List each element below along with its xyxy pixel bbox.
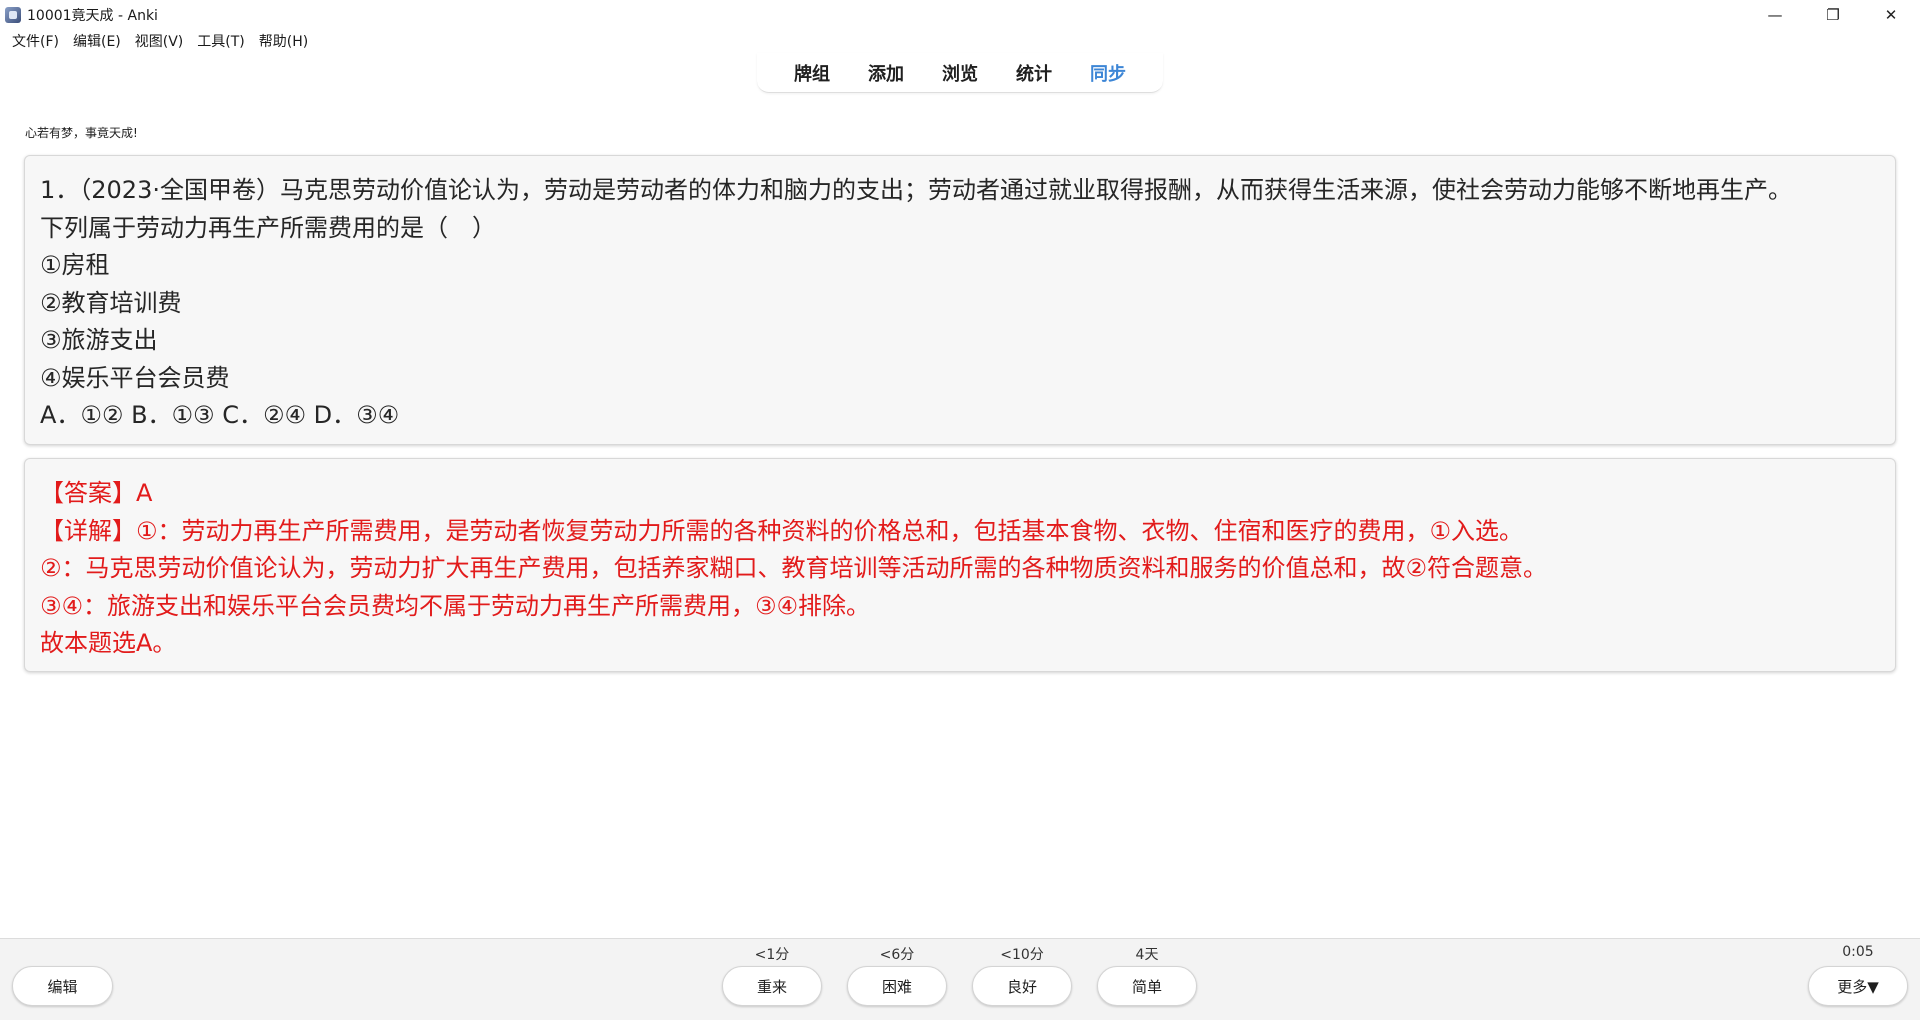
answer-box: 【答案】A 【详解】①：劳动力再生产所需费用，是劳动者恢复劳动力所需的各种资料的… bbox=[24, 458, 1896, 672]
question-choices: A．①② B．①③ C．②④ D．③④ bbox=[40, 401, 400, 429]
main-toolbar-wrap: 牌组 添加 浏览 统计 同步 bbox=[0, 53, 1920, 95]
question-box: 1．（2023·全国甲卷）马克思劳动价值论认为，劳动是劳动者的体力和脑力的支出；… bbox=[24, 155, 1896, 445]
question-option-4: ④娱乐平台会员费 bbox=[40, 363, 230, 392]
card-motto: 心若有梦，事竟天成! bbox=[25, 126, 138, 140]
title-bar: 10001竟天成 - Anki — ❐ ✕ bbox=[0, 0, 1920, 29]
question-option-3: ③旅游支出 bbox=[40, 326, 158, 354]
question-option-2: ②教育培训费 bbox=[40, 288, 182, 317]
hard-interval: <6分 bbox=[879, 947, 915, 963]
good-interval: <10分 bbox=[1000, 947, 1044, 963]
easy-interval: 4天 bbox=[1135, 947, 1159, 963]
question-prompt: 下列属于劳动力再生产所需费用的是（ ） bbox=[40, 213, 496, 242]
answer-explanation-3: ③④：旅游支出和娱乐平台会员费均不属于劳动力再生产所需费用，③④排除。 bbox=[40, 591, 871, 620]
good-button[interactable]: 良好 bbox=[972, 966, 1072, 1006]
more-button[interactable]: 更多▼ bbox=[1808, 966, 1908, 1006]
window-title: 10001竟天成 - Anki bbox=[27, 7, 158, 24]
menu-help[interactable]: 帮助(H) bbox=[252, 31, 315, 51]
menu-edit[interactable]: 编辑(E) bbox=[66, 31, 128, 51]
main-toolbar: 牌组 添加 浏览 统计 同步 bbox=[757, 53, 1163, 93]
window-controls: — ❐ ✕ bbox=[1746, 0, 1920, 29]
toolbar-browse[interactable]: 浏览 bbox=[923, 60, 997, 86]
answer-explanation-1: 【详解】①：劳动力再生产所需费用，是劳动者恢复劳动力所需的各种资料的价格总和，包… bbox=[40, 516, 1524, 545]
close-icon[interactable]: ✕ bbox=[1862, 0, 1920, 29]
question-stem: 1．（2023·全国甲卷）马克思劳动价值论认为，劳动是劳动者的体力和脑力的支出；… bbox=[40, 176, 1792, 204]
answer-key: 【答案】A bbox=[40, 479, 153, 507]
answer-explanation-2: ②：马克思劳动价值论认为，劳动力扩大再生产费用，包括养家糊口、教育培训等活动所需… bbox=[40, 554, 1548, 582]
toolbar-stats[interactable]: 统计 bbox=[997, 60, 1071, 86]
answer-conclusion: 故本题选A。 bbox=[40, 629, 177, 657]
toolbar-decks[interactable]: 牌组 bbox=[775, 60, 849, 86]
menu-view[interactable]: 视图(V) bbox=[128, 31, 191, 51]
toolbar-add[interactable]: 添加 bbox=[849, 60, 923, 86]
minimize-icon[interactable]: — bbox=[1746, 0, 1804, 29]
review-timer: 0:05 bbox=[1842, 944, 1874, 960]
again-button[interactable]: 重来 bbox=[722, 966, 822, 1006]
menu-bar: 文件(F) 编辑(E) 视图(V) 工具(T) 帮助(H) bbox=[0, 29, 1920, 53]
maximize-icon[interactable]: ❐ bbox=[1804, 0, 1862, 29]
bottom-bar: 编辑 <1分 重来 <6分 困难 <10分 良好 4天 简单 0:05 更多▼ bbox=[0, 938, 1920, 1020]
hard-button[interactable]: 困难 bbox=[847, 966, 947, 1006]
question-option-1: ①房租 bbox=[40, 251, 110, 279]
anki-app-icon bbox=[5, 6, 21, 23]
easy-button[interactable]: 简单 bbox=[1097, 966, 1197, 1006]
again-interval: <1分 bbox=[754, 947, 790, 963]
toolbar-sync[interactable]: 同步 bbox=[1071, 60, 1145, 86]
edit-button[interactable]: 编辑 bbox=[12, 966, 113, 1006]
menu-tools[interactable]: 工具(T) bbox=[190, 31, 251, 51]
menu-file[interactable]: 文件(F) bbox=[6, 31, 66, 51]
